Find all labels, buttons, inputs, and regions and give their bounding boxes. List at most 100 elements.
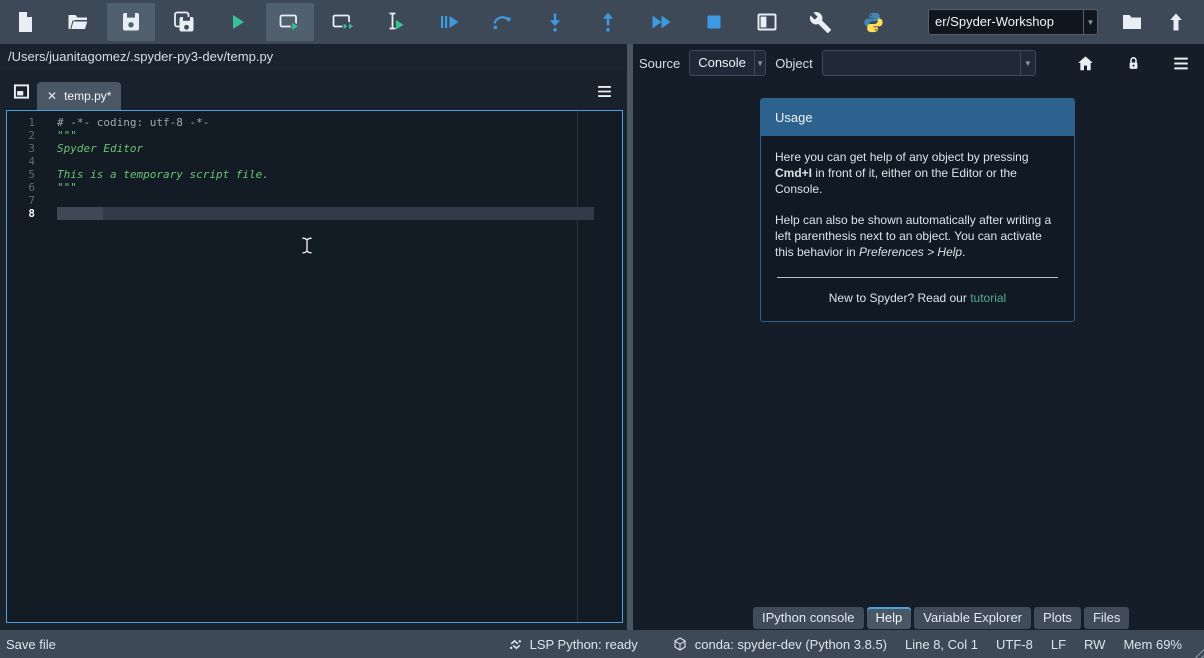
lock-icon[interactable] — [1125, 54, 1142, 73]
line-number: 4 — [7, 155, 51, 168]
help-header-icons — [1076, 54, 1204, 73]
usage-footer: New to Spyder? Read our tutorial — [775, 290, 1060, 306]
tutorial-link[interactable]: tutorial — [970, 291, 1006, 305]
stop-button[interactable] — [690, 3, 738, 41]
home-icon[interactable] — [1076, 54, 1095, 73]
browse-tabs-button[interactable] — [8, 79, 34, 103]
line-number: 8 — [7, 207, 51, 220]
editor-line: 6""" — [7, 181, 622, 194]
continue-button[interactable] — [637, 3, 685, 41]
step-over-icon — [490, 10, 514, 34]
hamburger-icon[interactable] — [1172, 56, 1190, 71]
help-panel: Source Console ▼ Object ▼ Usage Here you… — [633, 44, 1204, 630]
usage-paragraph-1: Here you can get help of any object by p… — [775, 149, 1060, 197]
continue-icon — [649, 10, 673, 34]
mouse-ibeam-cursor — [300, 236, 314, 255]
preferences-button[interactable] — [796, 3, 844, 41]
object-label: Object — [775, 56, 813, 71]
line-number: 7 — [7, 194, 51, 207]
step-into-button[interactable] — [531, 3, 579, 41]
source-label: Source — [639, 56, 680, 71]
open-folder-icon — [66, 10, 90, 34]
object-combobox[interactable]: ▼ — [822, 50, 1036, 76]
lsp-status[interactable]: LSP Python: ready — [508, 637, 638, 652]
hamburger-icon — [596, 84, 613, 99]
tab-help[interactable]: Help — [867, 607, 912, 629]
package-icon — [672, 636, 688, 652]
python-interpreter-button[interactable] — [849, 3, 897, 41]
arrow-up-icon — [1164, 10, 1188, 34]
tab-files[interactable]: Files — [1084, 607, 1129, 629]
editor-line: 5This is a temporary script file. — [7, 168, 622, 181]
code-text: Spyder Editor — [51, 142, 143, 155]
save-file-button[interactable] — [107, 3, 155, 41]
interpreter-text: conda: spyder-dev (Python 3.8.5) — [695, 637, 887, 652]
run-selection-icon — [384, 10, 408, 34]
resize-grip[interactable] — [1191, 645, 1204, 658]
open-file-button[interactable] — [54, 3, 102, 41]
usage-card: Usage Here you can get help of any objec… — [760, 98, 1075, 322]
save-all-icon — [172, 10, 196, 34]
parent-directory-button[interactable] — [1154, 3, 1198, 41]
encoding-status: UTF-8 — [996, 637, 1033, 652]
step-into-icon — [543, 10, 567, 34]
browse-working-directory-button[interactable] — [1110, 3, 1154, 41]
shortcut-text: Cmd+I — [775, 166, 812, 180]
editor-tab-bar: ✕ temp.py* — [0, 70, 627, 110]
close-tab-icon[interactable]: ✕ — [47, 90, 57, 102]
python-logo-icon — [862, 11, 885, 34]
save-icon — [119, 10, 143, 34]
maximize-pane-button[interactable] — [743, 3, 791, 41]
run-selection-button[interactable] — [372, 3, 420, 41]
tab-ipython-console[interactable]: IPython console — [753, 607, 864, 629]
divider — [777, 277, 1058, 278]
new-file-button[interactable] — [1, 3, 49, 41]
save-all-button[interactable] — [160, 3, 208, 41]
code-text — [51, 194, 57, 207]
file-path-bar: /Users/juanitagomez/.spyder-py3-dev/temp… — [0, 44, 627, 70]
browse-tabs-icon — [11, 81, 32, 102]
line-number: 2 — [7, 129, 51, 142]
run-file-button[interactable] — [213, 3, 261, 41]
main-toolbar: er/Spyder-Workshop ▼ — [0, 0, 1204, 44]
usage-card-body: Here you can get help of any object by p… — [761, 136, 1074, 321]
debug-icon — [437, 10, 461, 34]
status-right-group: conda: spyder-dev (Python 3.8.5) Line 8,… — [672, 636, 1182, 652]
editor-tab-temp-py[interactable]: ✕ temp.py* — [37, 82, 121, 110]
interpreter-status[interactable]: conda: spyder-dev (Python 3.8.5) — [672, 636, 887, 652]
usage-card-title: Usage — [761, 99, 1074, 136]
code-text: # -*- coding: utf-8 -*- — [51, 116, 209, 129]
chevron-down-icon[interactable]: ▼ — [1083, 10, 1097, 34]
source-value: Console — [690, 51, 754, 75]
chevron-down-icon[interactable]: ▼ — [754, 51, 765, 75]
run-cell-button[interactable] — [266, 3, 314, 41]
working-directory-combobox[interactable]: er/Spyder-Workshop ▼ — [928, 9, 1098, 35]
editor-line: 2""" — [7, 129, 622, 142]
tab-plots[interactable]: Plots — [1034, 607, 1081, 629]
source-combobox[interactable]: Console ▼ — [689, 50, 766, 76]
run-cell-advance-icon — [330, 10, 357, 34]
run-icon — [225, 10, 249, 34]
line-number: 3 — [7, 142, 51, 155]
debug-file-button[interactable] — [425, 3, 473, 41]
lsp-status-text: LSP Python: ready — [530, 637, 638, 652]
plugin-tab-bar: IPython console Help Variable Explorer P… — [753, 607, 1129, 629]
new-file-icon — [13, 10, 37, 34]
line-number: 5 — [7, 168, 51, 181]
editor-line: 1# -*- coding: utf-8 -*- — [7, 116, 622, 129]
memory-status: Mem 69% — [1123, 637, 1182, 652]
editor-line: 4 — [7, 155, 622, 168]
step-return-button[interactable] — [584, 3, 632, 41]
code-text: """ — [51, 181, 77, 194]
editor-line: 7 — [7, 194, 622, 207]
editor-lines: 1# -*- coding: utf-8 -*- 2""" 3Spyder Ed… — [7, 111, 622, 220]
step-over-button[interactable] — [478, 3, 526, 41]
run-cell-icon — [277, 10, 303, 34]
editor-options-button[interactable] — [592, 80, 616, 102]
code-text: This is a temporary script file. — [51, 168, 269, 181]
chevron-down-icon[interactable]: ▼ — [1020, 51, 1035, 75]
run-cell-advance-button[interactable] — [319, 3, 367, 41]
code-editor[interactable]: 1# -*- coding: utf-8 -*- 2""" 3Spyder Ed… — [6, 110, 623, 623]
cursor-position: Line 8, Col 1 — [905, 637, 978, 652]
tab-variable-explorer[interactable]: Variable Explorer — [914, 607, 1031, 629]
